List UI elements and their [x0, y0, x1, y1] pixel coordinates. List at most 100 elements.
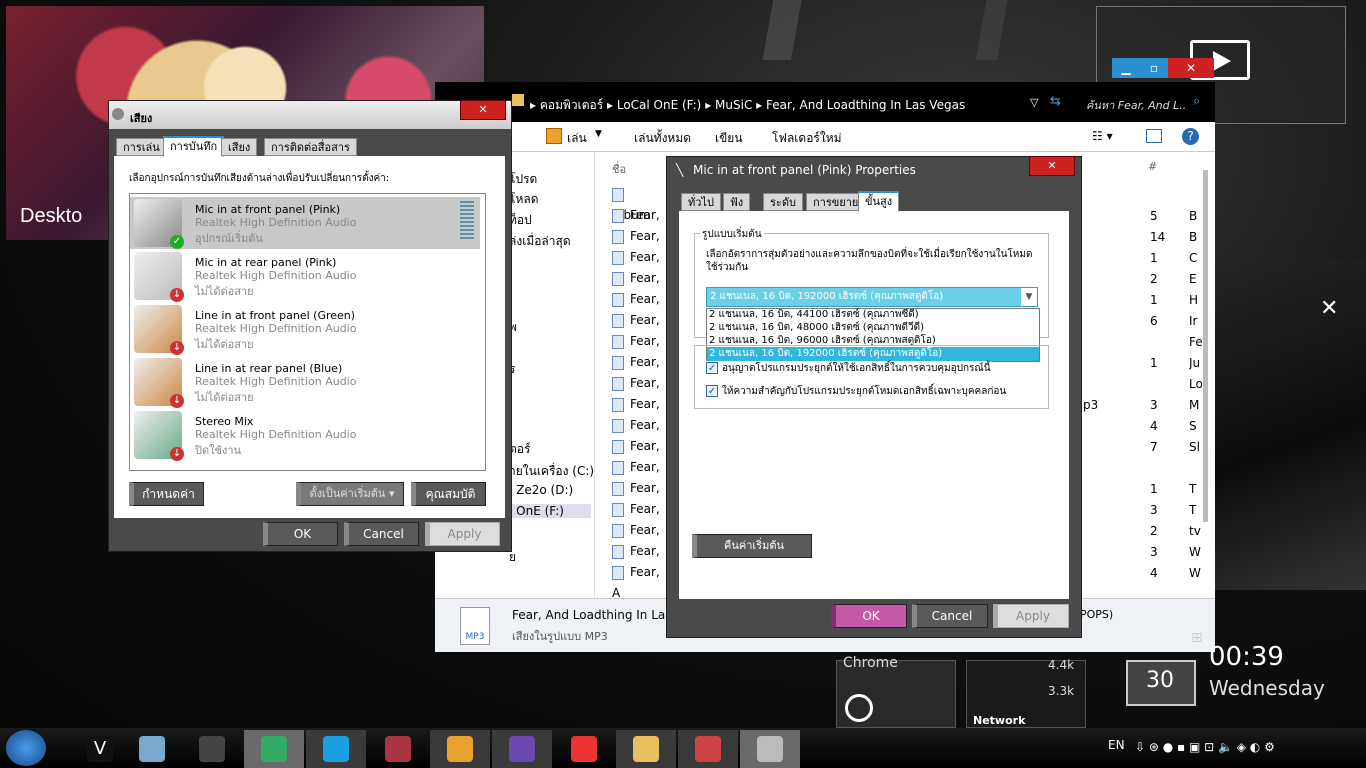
taskbar-button[interactable] — [182, 730, 242, 768]
properties-button[interactable]: คุณสมบัติ — [411, 482, 486, 506]
nav-item[interactable]: ตอร์ — [509, 440, 530, 459]
file-row[interactable]: Fear, A — [612, 247, 666, 285]
tab-playback[interactable]: การเล่น — [116, 138, 167, 156]
exclusive-control-row[interactable]: ✓ อนุญาตโปรแกรมประยุกต์ให้ใช้เอกสิทธิ์ในก… — [706, 361, 991, 376]
file-row[interactable]: Fear, A — [612, 415, 666, 453]
play-button[interactable]: เล่น — [567, 129, 587, 148]
file-row[interactable]: Fear, A — [612, 310, 666, 348]
chevron-down-icon[interactable]: ▼ — [1021, 288, 1037, 306]
taskbar-button[interactable] — [368, 730, 428, 768]
nav-item[interactable]: ายในเครื่อง (C:) — [509, 462, 594, 481]
properties-ok-button[interactable]: OK — [831, 604, 907, 628]
taskbar-button[interactable] — [430, 730, 490, 768]
start-button[interactable] — [6, 730, 46, 766]
column-header-name[interactable]: ชื่อ — [612, 160, 626, 178]
search-icon[interactable]: ⌕ — [1193, 94, 1200, 109]
nav-item[interactable]: l Ze2o (D:) — [509, 483, 573, 497]
minimize-button[interactable]: ▁ — [1112, 58, 1140, 78]
exclusive-priority-row[interactable]: ✓ ให้ความสำคัญกับโปรแกรมประยุกต์โหมดเอกสิ… — [706, 384, 1006, 399]
preview-pane-icon[interactable] — [1146, 129, 1162, 143]
file-row[interactable]: Fear, A — [612, 478, 666, 516]
breadcrumb-item[interactable]: LoCal OnE (F:) — [617, 98, 702, 112]
file-row[interactable]: Fear, A — [612, 268, 666, 306]
tab-sounds[interactable]: เสียง — [221, 138, 258, 156]
sound-close-button[interactable]: ✕ — [460, 100, 506, 120]
language-indicator[interactable]: EN — [1108, 738, 1125, 752]
close-icon[interactable]: ✕ — [1320, 296, 1338, 321]
tab-communications[interactable]: การติดต่อสื่อสาร — [264, 138, 357, 156]
configure-button[interactable]: กำหนดค่า — [129, 482, 204, 506]
format-select[interactable]: 2 แชนเนล, 16 บิต, 192000 เฮิรตซ์ (คุณภาพ… — [706, 287, 1038, 307]
exclusive-priority-checkbox[interactable]: ✓ — [706, 385, 718, 397]
device-row[interactable]: ↓ Line in at front panel (Green) Realtek H… — [130, 303, 480, 355]
taskbar-button[interactable] — [678, 730, 738, 768]
breadcrumb[interactable]: ▸ คอมพิวเตอร์ ▸ LoCal OnE (F:) ▸ MuSiC ▸… — [530, 96, 965, 115]
play-dropdown-icon[interactable]: ▼ — [595, 129, 602, 139]
tab-advanced[interactable]: ขั้นสูง — [858, 191, 900, 212]
play-all-button[interactable]: เล่นทั้งหมด — [634, 129, 691, 148]
explorer-close-button[interactable]: ✕ — [1168, 58, 1214, 78]
properties-apply-button[interactable]: Apply — [993, 604, 1069, 628]
burn-button[interactable]: เขียน — [715, 129, 743, 148]
file-row[interactable]: Fear, A — [612, 352, 666, 390]
properties-cancel-button[interactable]: Cancel — [912, 604, 988, 628]
tab-recording[interactable]: การบันทึก — [163, 136, 225, 157]
device-row[interactable]: ↓ Mic in at rear panel (Pink) Realtek High… — [130, 250, 480, 302]
file-row[interactable]: Fear, A — [612, 331, 666, 369]
file-row[interactable]: Album — [612, 184, 666, 222]
help-icon[interactable]: ? — [1182, 128, 1199, 145]
sound-ok-button[interactable]: OK — [263, 522, 338, 546]
taskbar-button[interactable] — [244, 730, 304, 768]
device-row[interactable]: ↓ Line in at rear panel (Blue) Realtek Hig… — [130, 356, 480, 408]
taskbar-button[interactable] — [122, 730, 182, 768]
file-row[interactable]: Fear, A — [612, 226, 666, 264]
file-row[interactable]: Fear, A — [612, 436, 666, 474]
file-row[interactable]: Fear, A — [612, 394, 666, 432]
breadcrumb-item[interactable]: MuSiC — [715, 98, 752, 112]
set-default-button[interactable]: ตั้งเป็นค่าเริ่มต้น ▾ — [296, 482, 404, 506]
file-row[interactable]: Fear, A — [612, 373, 666, 411]
sound-cancel-button[interactable]: Cancel — [344, 522, 419, 546]
sound-apply-button[interactable]: Apply — [425, 522, 500, 546]
new-folder-button[interactable]: โฟลเดอร์ใหม่ — [772, 129, 842, 148]
file-row[interactable]: Fear, A — [612, 205, 666, 243]
dropdown-arrow-icon[interactable]: ▽ — [1030, 96, 1038, 109]
tab-general[interactable]: ทั่วไป — [681, 193, 721, 211]
file-row[interactable]: Fear, A — [612, 520, 666, 558]
column-header-number[interactable]: # — [1148, 160, 1157, 173]
taskbar-button[interactable]: V — [70, 730, 130, 768]
chevron-down-icon[interactable]: ▾ — [389, 487, 395, 500]
maximize-button[interactable]: ▫ — [1140, 58, 1168, 78]
format-option[interactable]: 2 แชนเนล, 16 บิต, 48000 เฮิรตซ์ (คุณภาพด… — [707, 321, 1039, 334]
file-row[interactable]: Fear, A — [612, 457, 666, 495]
nav-item[interactable]: ท็อป — [509, 211, 532, 230]
tab-listen[interactable]: ฟัง — [723, 193, 751, 211]
nav-item[interactable]: โปรด — [509, 170, 537, 189]
taskbar-button[interactable] — [306, 730, 366, 768]
restore-defaults-button[interactable]: คืนค่าเริ่มต้น — [692, 534, 812, 558]
exclusive-control-checkbox[interactable]: ✓ — [706, 362, 718, 374]
tab-levels[interactable]: ระดับ — [763, 193, 803, 211]
nav-item[interactable]: โหลด — [509, 190, 539, 209]
file-row[interactable]: Fear, A — [612, 289, 666, 327]
file-row[interactable]: Fear, A — [612, 499, 666, 537]
scrollbar[interactable] — [1203, 170, 1208, 522]
breadcrumb-item[interactable]: Fear, And Loadthing In Las Vegas — [766, 98, 965, 112]
breadcrumb-item[interactable]: คอมพิวเตอร์ — [540, 98, 603, 112]
properties-close-button[interactable]: ✕ — [1029, 156, 1075, 176]
device-row[interactable]: ↓ Stereo Mix Realtek High Definition Audio… — [130, 409, 480, 461]
taskbar-button[interactable] — [616, 730, 676, 768]
tab-enhancements[interactable]: การขยาย — [806, 193, 866, 211]
nav-item[interactable]: ล่งเมื่อล่าสุด — [509, 232, 571, 251]
nav-item[interactable]: l OnE (F:) — [509, 504, 591, 518]
format-option[interactable]: 2 แชนเนล, 16 บิต, 44100 เฮิรตซ์ (คุณภาพซ… — [707, 308, 1039, 321]
tray-icons[interactable]: ⇩ ⊛ ● ▪ ▣ ⊡ 🔈 ◈ ◐ ⚙ — [1135, 740, 1275, 754]
taskbar-button[interactable] — [554, 730, 614, 768]
file-row[interactable]: Fear, A — [612, 562, 666, 600]
refresh-icon[interactable]: ⇆ — [1050, 94, 1061, 109]
file-row[interactable]: Fear, A — [612, 541, 666, 579]
taskbar-button[interactable] — [740, 730, 800, 768]
view-options-icon[interactable]: ☷ ▾ — [1092, 129, 1113, 143]
device-row[interactable]: ✓ Mic in at front panel (Pink) Realtek Hig… — [130, 197, 480, 249]
taskbar-button[interactable] — [492, 730, 552, 768]
